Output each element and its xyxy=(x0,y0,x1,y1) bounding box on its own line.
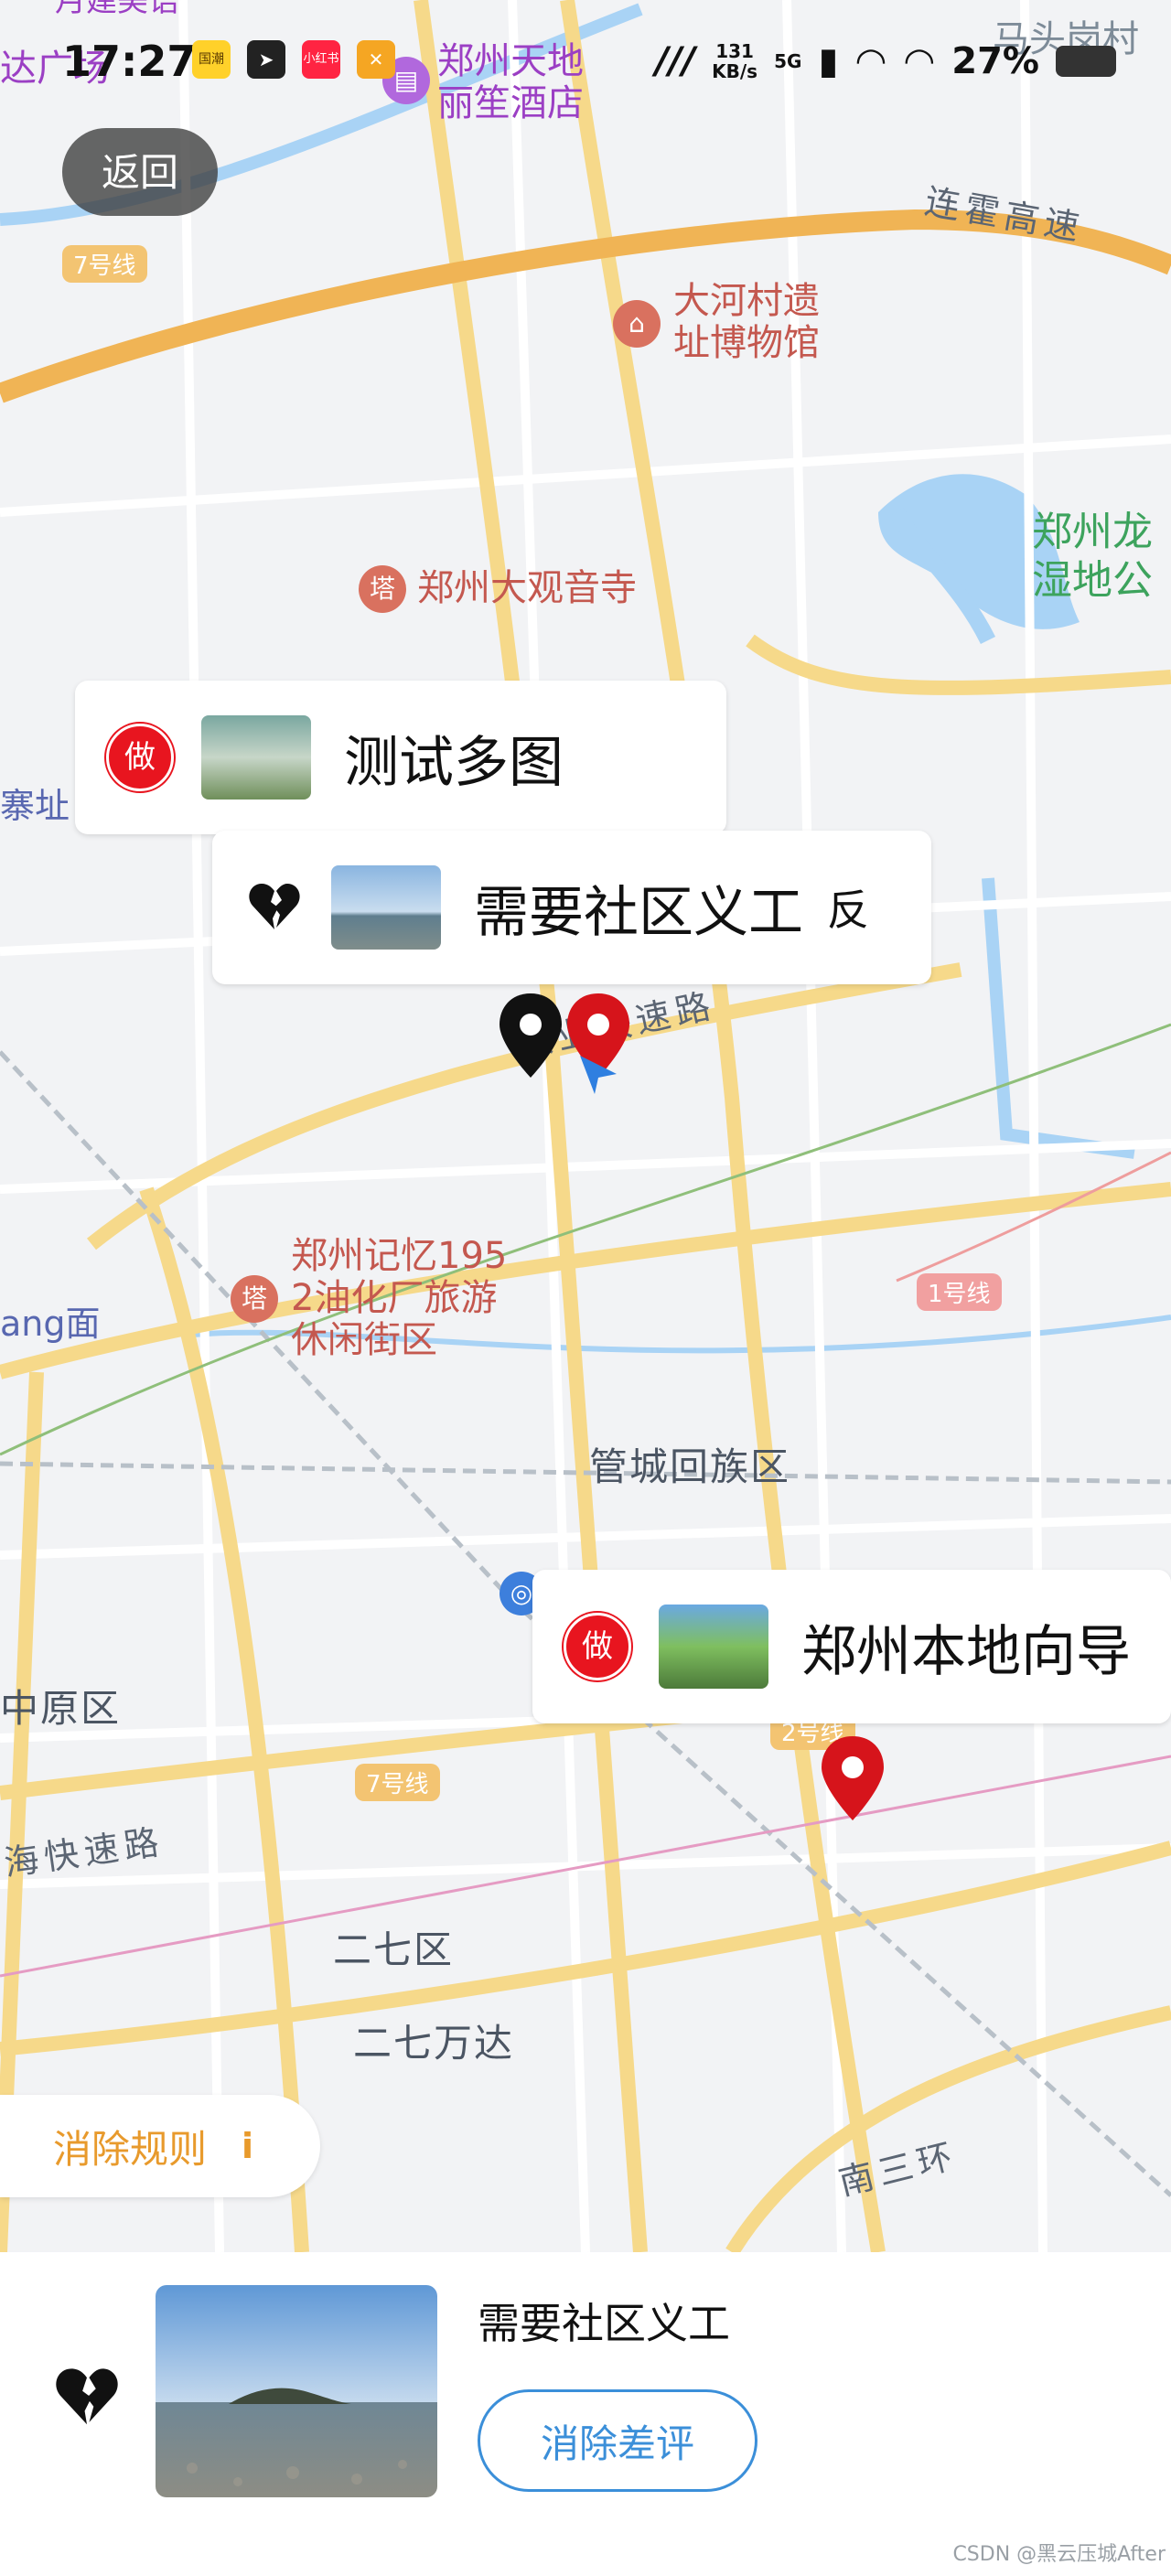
tools-app-icon: ✕ xyxy=(357,40,395,79)
network-speed: 131 KB/s xyxy=(712,41,757,81)
map-callout-local-guide[interactable]: 做 郑州本地向导 xyxy=(532,1570,1171,1723)
broken-heart-icon xyxy=(249,884,300,929)
map-label-museum[interactable]: 大河村遗 址博物馆 xyxy=(673,280,820,364)
callout-thumbnail xyxy=(331,865,441,950)
status-time: 17:27 xyxy=(62,37,197,86)
map-label-wetland: 郑州龙 湿地公 xyxy=(1032,509,1153,606)
status-icons: /// 131 KB/s 5G ▮ ◠ ◠ 27% xyxy=(655,40,1116,82)
wetland-line-1: 郑州龙 xyxy=(1032,509,1153,555)
map-label-erqi-district: 二七区 xyxy=(333,1927,455,1972)
map-label-zhongyuan: 中原区 xyxy=(0,1686,122,1731)
museum-pin-icon[interactable]: ⌂ xyxy=(613,300,661,348)
map-label-temple[interactable]: 郑州大观音寺 xyxy=(417,567,637,609)
callout-trailing-text: 反 xyxy=(827,886,869,935)
callout-title: 需要社区义工 xyxy=(474,880,803,945)
remove-bad-review-button[interactable]: 消除差评 xyxy=(478,2389,757,2492)
notification-icons: 国潮 ➤ 小红书 ✕ xyxy=(192,40,395,79)
bottom-detail-card: 需要社区义工 消除差评 xyxy=(0,2252,1171,2576)
wifi-icon-2: ◠ xyxy=(903,40,936,82)
wifi-icon: ◠ xyxy=(854,40,887,82)
map-label-erqi-wanda: 二七万达 xyxy=(353,2021,515,2066)
metro-line-7-tag-bottom: 7号线 xyxy=(355,1764,440,1801)
do-badge-icon: 做 xyxy=(106,724,174,791)
signal-bars-icon: ▮ xyxy=(818,40,839,82)
callout-thumbnail xyxy=(659,1605,768,1689)
signal-5g-label: 5G xyxy=(774,50,802,72)
network-speed-value: 131 xyxy=(715,40,754,62)
black-location-pin-icon[interactable] xyxy=(494,990,567,1081)
map-label-memory-district[interactable]: 郑州记忆195 2油化厂旅游 休闲街区 xyxy=(291,1235,507,1361)
museum-line-1: 大河村遗 xyxy=(673,280,820,322)
telegram-app-icon: ➤ xyxy=(247,40,285,79)
status-bar: 17:27 国潮 ➤ 小红书 ✕ /// 131 KB/s 5G ▮ ◠ ◠ 2… xyxy=(0,37,1171,91)
info-icon: i xyxy=(242,2126,254,2166)
island-photo-image xyxy=(156,2285,437,2497)
broken-heart-icon xyxy=(56,2368,118,2425)
red-location-pin-icon-2[interactable] xyxy=(816,1733,889,1824)
task-title: 需要社区义工 xyxy=(478,2299,730,2348)
callout-title: 郑州本地向导 xyxy=(801,1619,1131,1684)
metro-line-7-tag-top: 7号线 xyxy=(62,245,147,283)
map-label-guancheng: 管城回族区 xyxy=(589,1444,791,1489)
memory-line-3: 休闲街区 xyxy=(291,1319,437,1361)
callout-thumbnail xyxy=(201,715,311,800)
memory-line-1: 郑州记忆195 xyxy=(291,1235,508,1277)
battery-level: 27% xyxy=(951,40,1039,82)
watermark-text: CSDN @黑云压城After xyxy=(952,2543,1166,2566)
map-roads xyxy=(0,0,1171,2252)
memory-line-2: 2油化厂旅游 xyxy=(291,1277,498,1319)
remove-rules-label: 消除规则 xyxy=(53,2126,208,2172)
network-speed-unit: KB/s xyxy=(712,60,758,82)
task-photo[interactable] xyxy=(156,2285,437,2497)
museum-line-2: 址博物馆 xyxy=(673,322,820,364)
map-label-partial-left-2: 寨址 xyxy=(0,786,70,826)
back-button[interactable]: 返回 xyxy=(62,128,218,216)
remove-rules-button[interactable]: 消除规则 i xyxy=(0,2095,320,2197)
current-location-arrow-icon xyxy=(580,1056,617,1094)
metro-line-1-tag: 1号线 xyxy=(917,1273,1002,1311)
map-label-partial-top: 月建美语 xyxy=(55,0,179,19)
map-callout-test-multi-image[interactable]: 做 测试多图 xyxy=(75,681,726,834)
map-callout-community-volunteer[interactable]: 需要社区义工 反 xyxy=(212,831,931,984)
meituan-app-icon: 国潮 xyxy=(192,40,231,79)
do-badge-icon: 做 xyxy=(564,1613,631,1680)
wetland-line-2: 湿地公 xyxy=(1032,556,1153,604)
memory-district-pin-icon[interactable]: 塔 xyxy=(231,1275,278,1323)
temple-pin-icon[interactable]: 塔 xyxy=(359,565,406,613)
map-label-partial-left-3: ang面 xyxy=(0,1304,101,1344)
xiaohongshu-app-icon: 小红书 xyxy=(302,40,340,79)
battery-icon xyxy=(1056,46,1116,77)
map-view[interactable]: 月建美语 达广场 郑州天地 丽笙酒店 ▤ 马头岗村 连霍高速 ⌂ 大河村遗 址博… xyxy=(0,0,1171,2252)
nfc-icon: /// xyxy=(655,40,696,82)
callout-title: 测试多图 xyxy=(344,730,564,795)
